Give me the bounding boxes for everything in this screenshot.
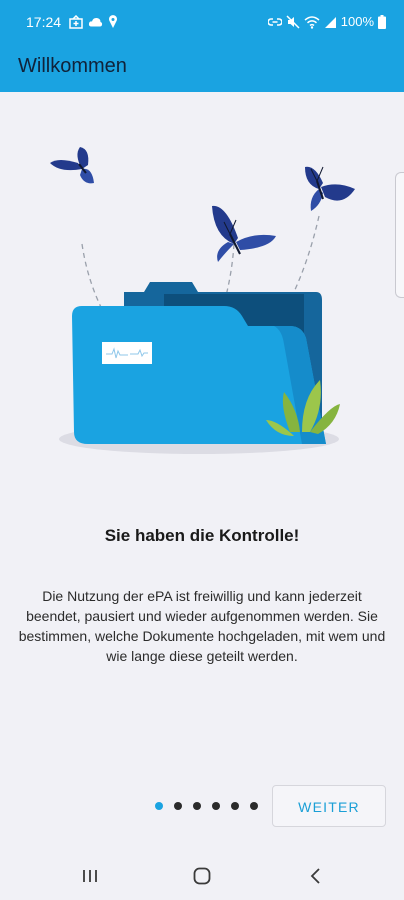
status-bar: 17:24 100% [0,0,404,44]
mute-icon [286,15,300,29]
folder-with-butterflies-illustration [50,147,355,454]
page-dot-3 [193,802,201,810]
signal-icon [324,16,336,28]
cloud-icon [88,17,103,27]
recent-apps-icon [83,870,97,882]
system-nav-bar [0,852,404,900]
page-dot-2 [174,802,182,810]
next-button[interactable]: WEITER [272,785,386,827]
battery-icon [378,15,386,29]
battery-percentage: 100% [340,14,374,29]
back-icon [310,868,320,884]
page-indicator [155,802,258,810]
back-button[interactable] [304,864,328,888]
page-dot-6 [250,802,258,810]
status-right-icons: 100% [267,12,386,32]
app-bar: Willkommen [0,44,404,92]
wifi-icon [304,16,320,29]
onboarding-description: Die Nutzung der ePA ist freiwillig und k… [18,588,386,664]
home-button[interactable] [190,864,214,888]
onboarding-content: Sie haben die Kontrolle! Die Nutzung der… [0,92,404,852]
page-dot-1 [155,802,163,810]
link-icon [267,18,282,26]
page-dot-5 [231,802,239,810]
status-time: 17:24 [26,14,62,30]
edge-panel-handle[interactable] [395,172,404,298]
location-pin-icon [109,15,117,28]
home-icon [193,867,211,885]
status-left-icons [69,14,118,30]
page-dot-4 [212,802,220,810]
onboarding-headline: Sie haben die Kontrolle! [104,526,300,545]
recent-apps-button[interactable] [78,864,102,888]
page-title: Willkommen [18,55,127,77]
hospital-icon [69,15,83,29]
